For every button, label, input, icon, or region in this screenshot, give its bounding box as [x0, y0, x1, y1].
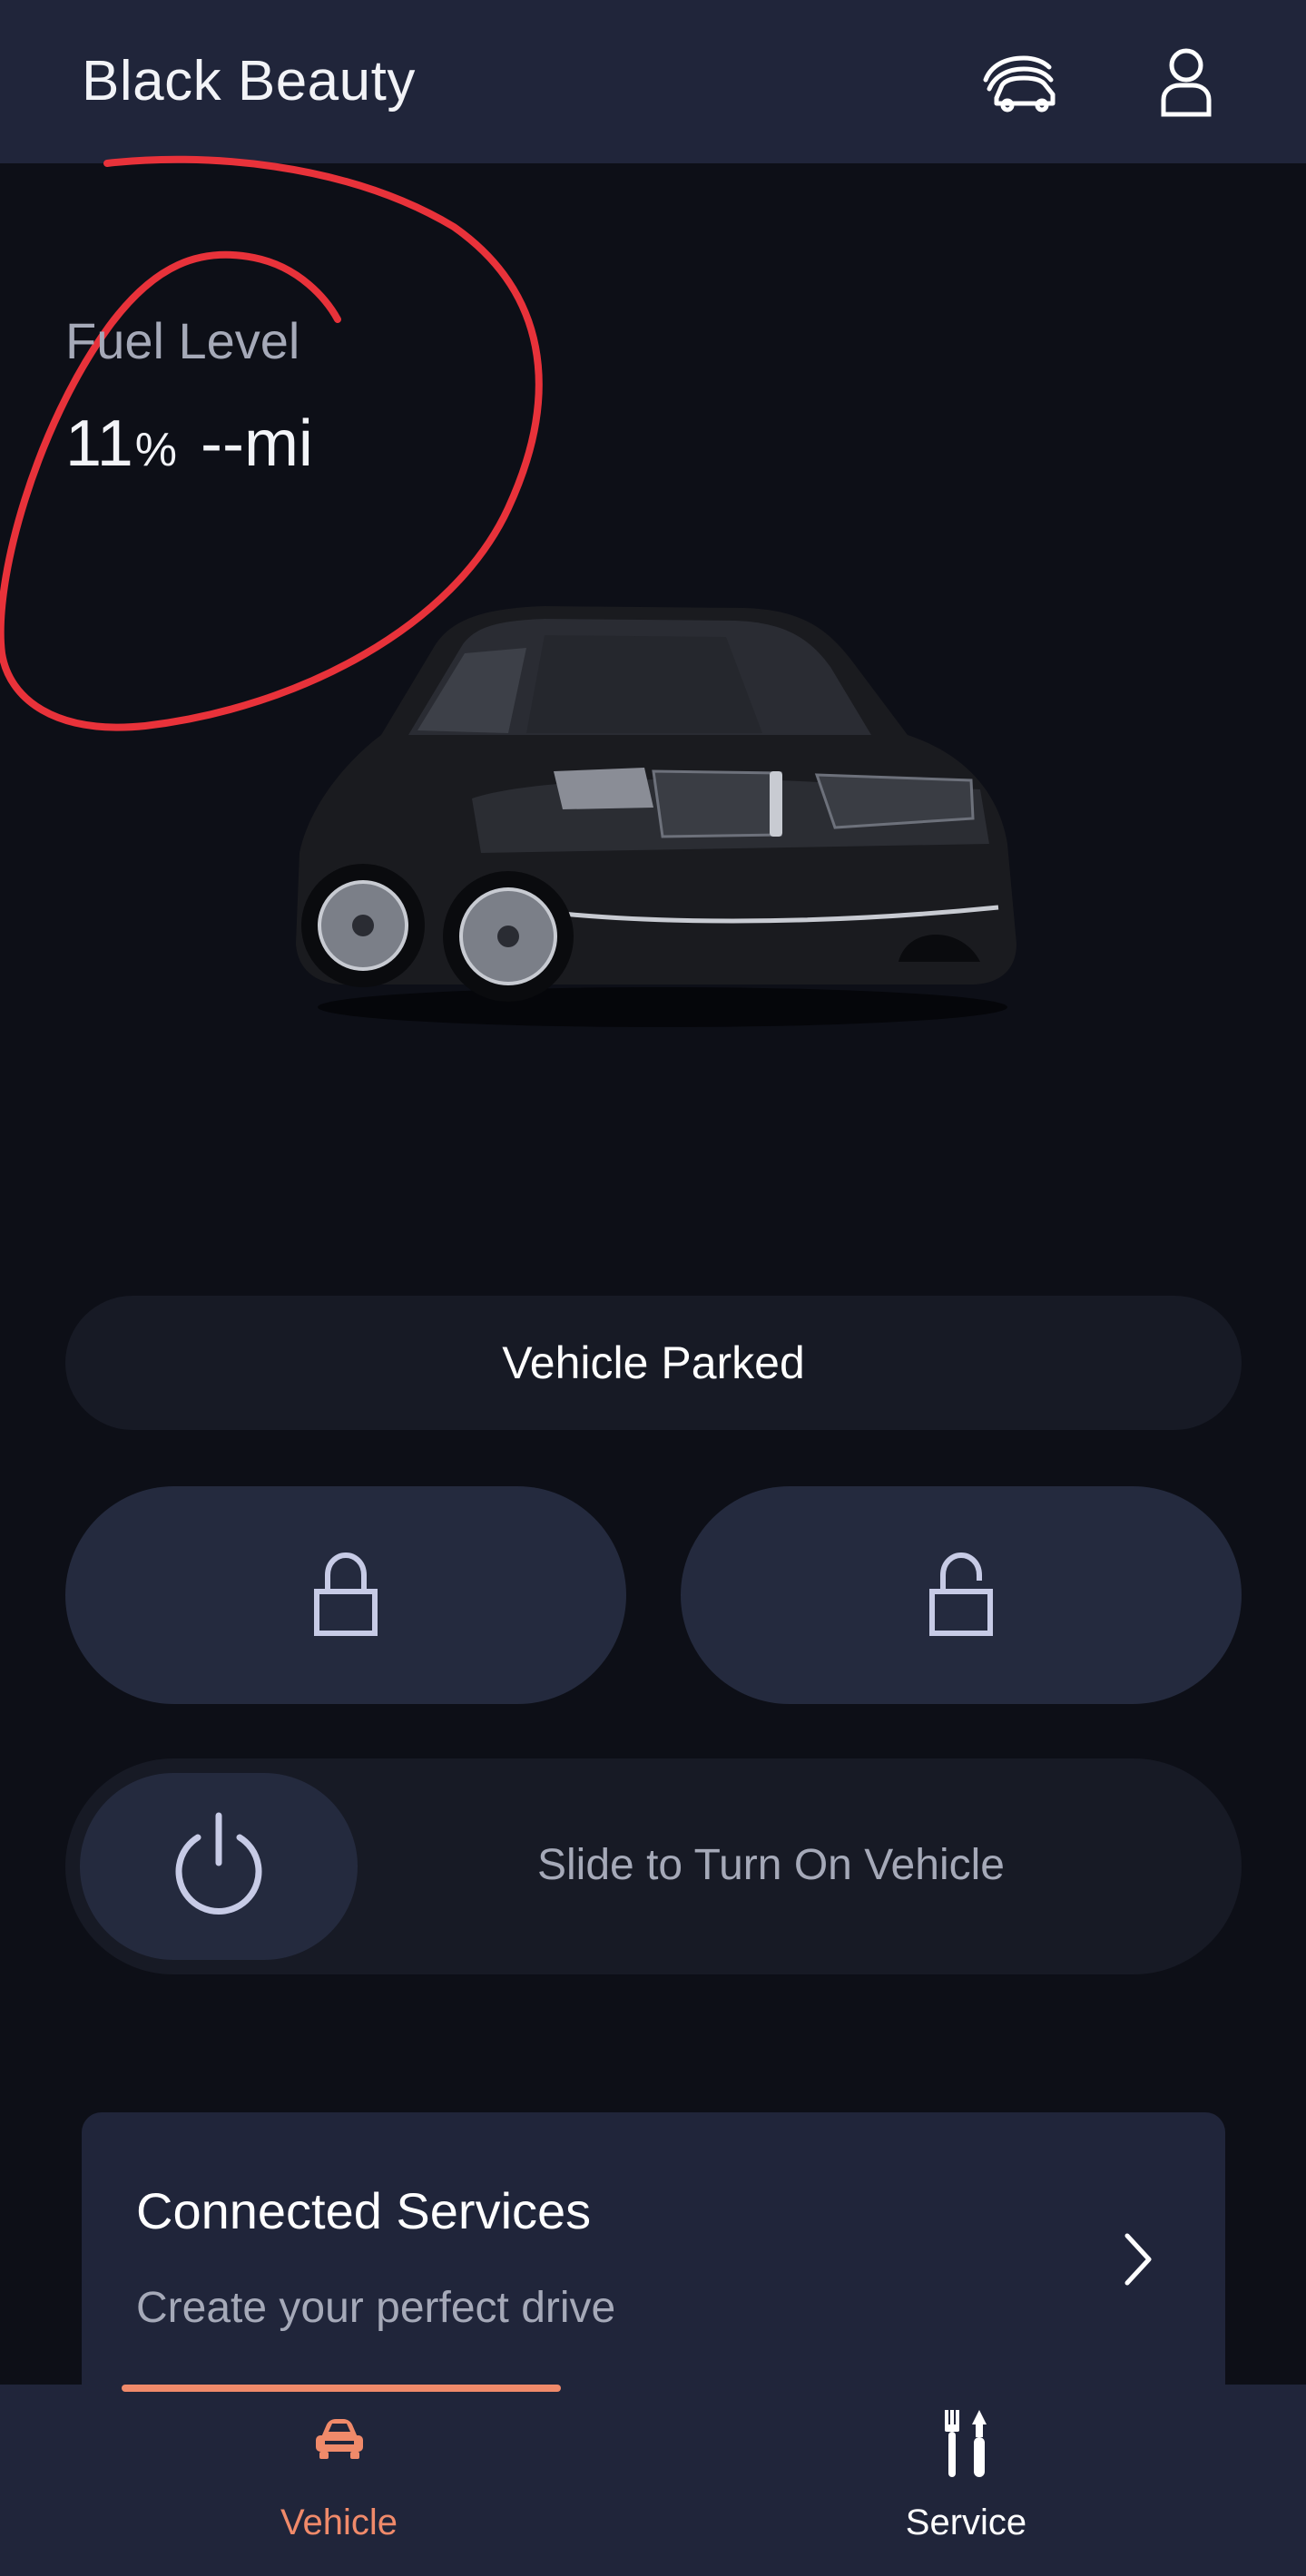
slider-label: Slide to Turn On Vehicle — [537, 1841, 1005, 1889]
vehicle-status-pill: Vehicle Parked — [65, 1296, 1242, 1430]
fuel-readout: 11% --mi — [65, 406, 313, 481]
unlock-icon — [925, 1548, 997, 1643]
garage-cars-icon[interactable] — [978, 44, 1060, 120]
connected-services-card[interactable]: Connected Services Create your perfect d… — [82, 2112, 1225, 2412]
card-title: Connected Services — [136, 2182, 592, 2239]
lock-icon — [309, 1548, 382, 1643]
unlock-button[interactable] — [681, 1486, 1242, 1704]
bottom-nav: Vehicle Service — [0, 2385, 1306, 2576]
start-vehicle-slider[interactable]: Slide to Turn On Vehicle — [65, 1758, 1242, 1974]
car-icon — [312, 2412, 367, 2471]
lock-button[interactable] — [65, 1486, 626, 1704]
nav-label-service: Service — [905, 2503, 1027, 2542]
slider-handle[interactable] — [80, 1773, 358, 1960]
fuel-percent: 11 — [65, 407, 133, 480]
fuel-level-label: Fuel Level — [65, 312, 300, 369]
card-subtitle: Create your perfect drive — [136, 2284, 616, 2332]
vehicle-name: Black Beauty — [82, 50, 416, 113]
vehicle-image — [296, 606, 1016, 1027]
nav-item-service[interactable]: Service — [640, 2385, 1292, 2576]
fuel-percent-unit: % — [134, 424, 177, 476]
nav-item-vehicle[interactable]: Vehicle — [13, 2385, 665, 2576]
fuel-range: --mi — [201, 407, 313, 480]
power-icon — [169, 1810, 269, 1924]
chevron-right-icon — [1120, 2230, 1156, 2293]
nav-label-vehicle: Vehicle — [280, 2503, 398, 2542]
profile-icon[interactable] — [1145, 44, 1227, 120]
tools-icon — [938, 2408, 996, 2485]
